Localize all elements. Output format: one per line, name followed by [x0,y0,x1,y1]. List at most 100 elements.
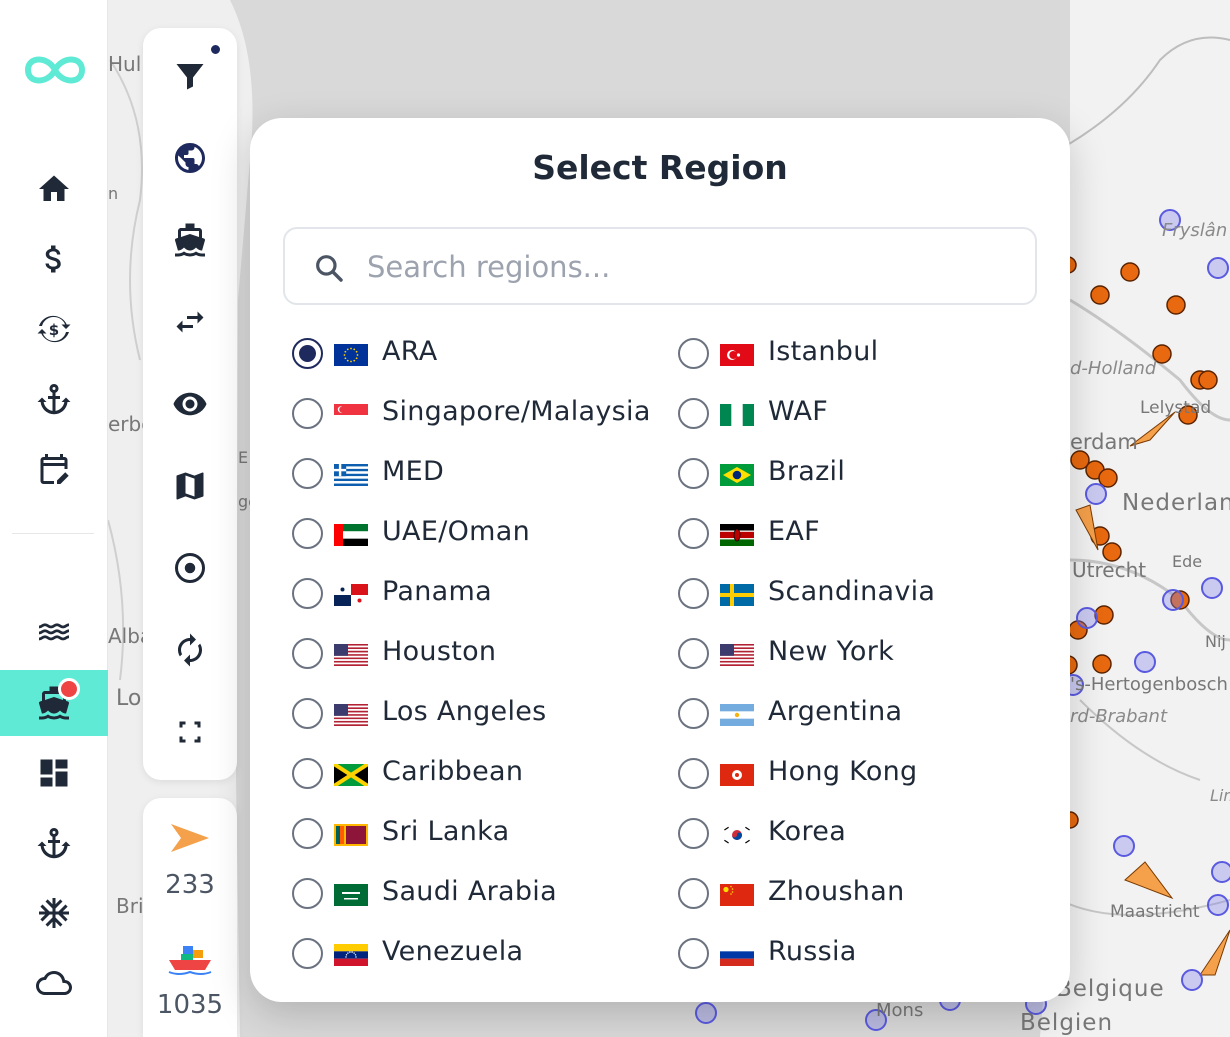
region-radio[interactable] [292,878,323,909]
map-label: Maastricht [1110,902,1200,922]
map-label: Bri [116,894,144,918]
pa-flag-icon [334,584,368,606]
tool-filter[interactable] [143,46,237,106]
ve-flag-icon [334,944,368,966]
region-radio[interactable] [292,338,323,369]
region-label: Houston [382,636,497,667]
region-option-uae-oman[interactable]: UAE/Oman [292,512,662,556]
region-option-new-york[interactable]: New York [678,632,1048,676]
lk-flag-icon [334,824,368,846]
map-label: Belgien [1020,1010,1114,1036]
snowflake-icon [39,898,69,928]
region-radio[interactable] [292,518,323,549]
region-radio[interactable] [292,638,323,669]
region-option-brazil[interactable]: Brazil [678,452,1048,496]
region-option-istanbul[interactable]: Istanbul [678,332,1048,376]
region-search-input[interactable] [367,245,1007,289]
tool-fullscreen[interactable] [143,702,237,762]
app-logo-icon[interactable] [24,48,86,92]
map-label: Belgique [1056,976,1165,1002]
region-option-los-angeles[interactable]: Los Angeles [292,692,662,736]
tool-refresh[interactable] [143,620,237,680]
filter-icon [176,64,204,90]
tool-visibility[interactable] [143,374,237,434]
region-option-hong-kong[interactable]: Hong Kong [678,752,1048,796]
ru-flag-icon [720,944,754,966]
region-radio[interactable] [292,578,323,609]
region-radio[interactable] [678,638,709,669]
tool-routes[interactable] [143,292,237,352]
us-flag-icon [720,644,754,666]
region-radio[interactable] [678,878,709,909]
modal-title: Select Region [532,148,788,187]
nav-weather[interactable] [0,950,108,1016]
map-label: Nederlan [1122,490,1230,516]
region-option-korea[interactable]: Korea [678,812,1048,856]
region-radio[interactable] [678,338,709,369]
region-radio[interactable] [292,698,323,729]
region-radio[interactable] [678,518,709,549]
sg-flag-icon [334,404,368,426]
region-option-argentina[interactable]: Argentina [678,692,1048,736]
region-option-zhoushan[interactable]: Zhoushan [678,872,1048,916]
region-radio[interactable] [292,938,323,969]
fullscreen-icon [179,721,201,743]
nav-pricing[interactable] [0,226,108,292]
region-option-saudi-arabia[interactable]: Saudi Arabia [292,872,662,916]
region-radio[interactable] [292,398,323,429]
region-label: Brazil [768,456,846,487]
nav-cold[interactable] [0,880,108,946]
anchor-icon [37,828,71,859]
region-radio[interactable] [678,398,709,429]
region-option-ara[interactable]: ARA [292,332,662,376]
region-option-houston[interactable]: Houston [292,632,662,676]
region-label: Russia [768,936,857,967]
region-option-med[interactable]: MED [292,452,662,496]
nav-waves[interactable] [0,600,108,666]
tr-flag-icon [720,344,754,366]
map-label: Lim [1210,786,1230,805]
nav-currency[interactable]: $ [0,296,108,362]
ke-flag-icon [720,524,754,546]
region-radio[interactable] [292,458,323,489]
region-label: Caribbean [382,756,524,787]
region-radio[interactable] [292,758,323,789]
region-radio[interactable] [678,938,709,969]
nav-schedule[interactable] [0,436,108,502]
region-option-singapore-malaysia[interactable]: Singapore/Malaysia [292,392,662,436]
region-label: Venezuela [382,936,524,967]
region-option-waf[interactable]: WAF [678,392,1048,436]
currency-exchange-icon: $ [37,315,71,343]
map-label: d-Holland [1070,358,1157,379]
tool-globe[interactable] [143,128,237,188]
region-radio[interactable] [292,818,323,849]
region-radio[interactable] [678,578,709,609]
nav-vessels[interactable] [0,670,108,736]
region-label: Korea [768,816,847,847]
tool-locate[interactable] [143,538,237,598]
nav-divider [12,533,94,534]
region-label: New York [768,636,895,667]
region-option-russia[interactable]: Russia [678,932,1048,976]
tool-vessels[interactable] [143,210,237,270]
region-option-eaf[interactable]: EAF [678,512,1048,556]
region-radio[interactable] [678,818,709,849]
region-option-venezuela[interactable]: Venezuela [292,932,662,976]
region-option-caribbean[interactable]: Caribbean [292,752,662,796]
nav-home[interactable] [0,156,108,222]
region-label: ARA [382,336,438,367]
region-radio[interactable] [678,698,709,729]
region-radio[interactable] [678,758,709,789]
nav-ports[interactable] [0,366,108,432]
region-radio[interactable] [678,458,709,489]
region-option-scandinavia[interactable]: Scandinavia [678,572,1048,616]
nav-dashboard[interactable] [0,740,108,806]
moving-vessels-count: 233 [165,870,215,900]
region-option-sri-lanka[interactable]: Sri Lanka [292,812,662,856]
region-label: Panama [382,576,492,607]
nav-terminals[interactable] [0,810,108,876]
map-label: rd-Brabant [1070,706,1168,727]
gr-flag-icon [334,464,368,486]
region-option-panama[interactable]: Panama [292,572,662,616]
tool-map-layers[interactable] [143,456,237,516]
